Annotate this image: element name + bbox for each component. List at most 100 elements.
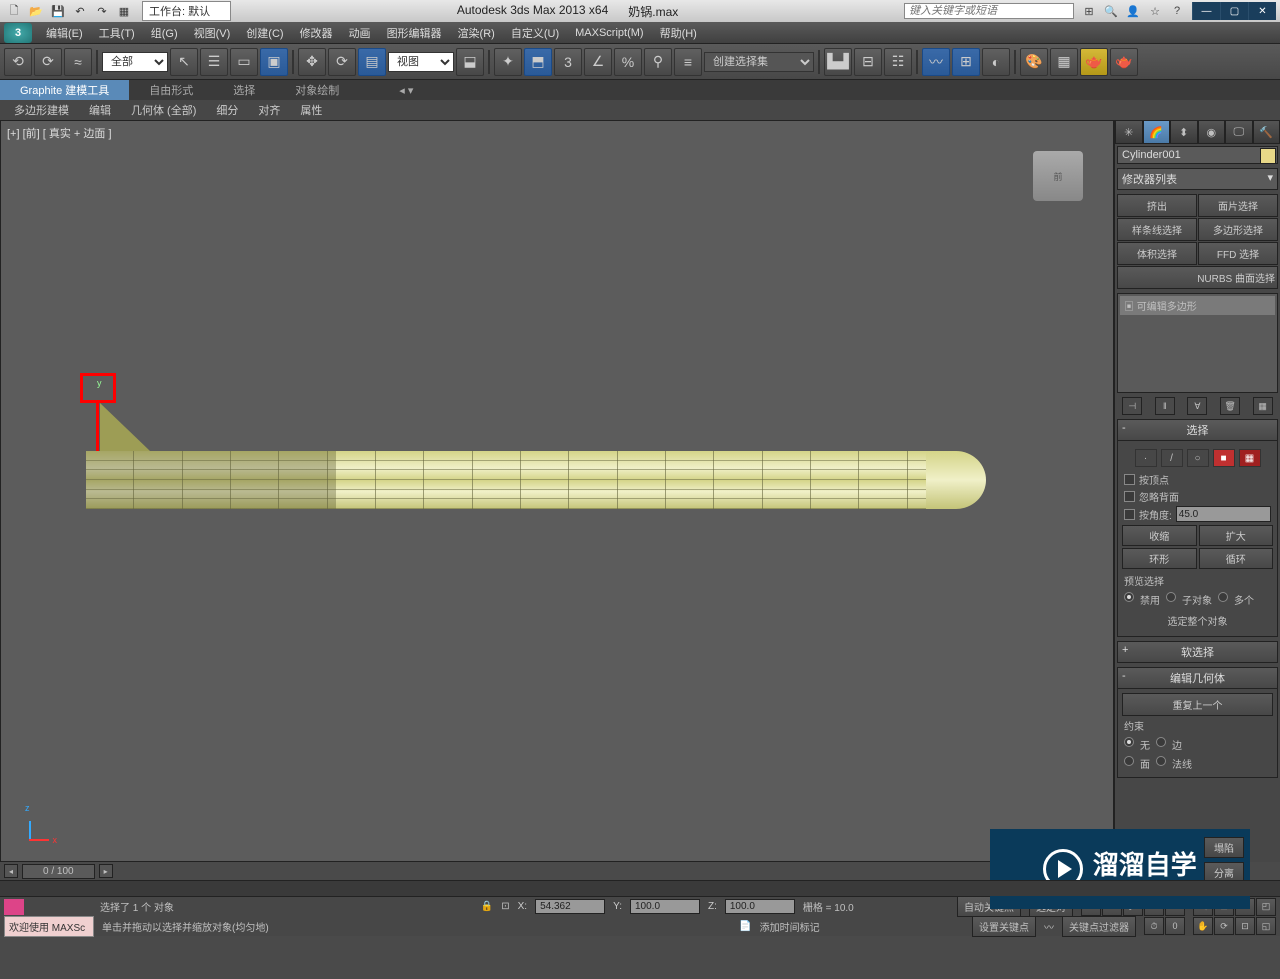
mod-volsel[interactable]: 体积选择 [1117,242,1197,265]
hierarchy-tab-icon[interactable]: ⬍ [1170,120,1198,144]
workspace-dropdown[interactable]: 工作台: 默认 [142,1,231,21]
by-angle-checkbox[interactable] [1124,509,1135,520]
min-toggle-icon[interactable]: ◱ [1256,917,1276,935]
slider-prev[interactable]: ◂ [4,864,18,878]
save-icon[interactable]: 💾 [48,2,68,20]
mod-splinesel[interactable]: 样条线选择 [1117,218,1197,241]
slider-next[interactable]: ▸ [99,864,113,878]
zoom-region-icon[interactable]: ◰ [1256,898,1276,916]
unlink-icon[interactable]: ≈ [64,48,92,76]
window-crossing-icon[interactable]: ▣ [260,48,288,76]
constraint-face-radio[interactable] [1124,756,1134,766]
search-icon[interactable]: ⊞ [1080,2,1098,20]
keyboard-shortcut-icon[interactable]: ⬒ [524,48,552,76]
rollout-editgeo-header[interactable]: 编辑几何体 [1117,667,1278,689]
rendered-frame-icon[interactable]: ▦ [1050,48,1078,76]
help-icon[interactable]: ? [1168,2,1186,20]
layers-icon[interactable]: ☷ [884,48,912,76]
menu-create[interactable]: 创建(C) [238,23,291,43]
rotate-icon[interactable]: ⟳ [328,48,356,76]
material-editor-icon[interactable]: ◐ [982,48,1010,76]
render-prod-icon[interactable]: 🫖 [1110,48,1138,76]
menu-views[interactable]: 视图(V) [186,23,239,43]
menu-edit[interactable]: 编辑(E) [38,23,91,43]
render-setup-icon[interactable]: 🎨 [1020,48,1048,76]
ref-coord-dropdown[interactable]: 视图 [388,52,454,72]
object-color[interactable] [1260,148,1276,164]
sub-edit[interactable]: 编辑 [79,100,121,120]
time-config-icon[interactable]: ⏱ [1144,917,1164,935]
loop-button[interactable]: 循环 [1199,548,1274,569]
sub-geometry[interactable]: 几何体 (全部) [121,100,206,120]
mod-extrude[interactable]: 挤出 [1117,194,1197,217]
modifier-stack[interactable]: 可编辑多边形 [1117,293,1278,393]
constraint-normal-radio[interactable] [1156,756,1166,766]
menu-group[interactable]: 组(G) [143,23,186,43]
maxscript-prompt[interactable]: 欢迎使用 MAXSc [4,916,94,937]
ring-button[interactable]: 环形 [1122,548,1197,569]
edge-subobj-icon[interactable]: / [1161,449,1183,467]
undo-link-icon[interactable]: ⟲ [4,48,32,76]
magnify-icon[interactable]: 🔍 [1102,2,1120,20]
mod-ffdsel[interactable]: FFD 选择 [1198,242,1278,265]
z-coord[interactable]: 100.0 [725,899,795,914]
keyfilters-button[interactable]: 关键点过滤器 [1062,916,1136,937]
unique-icon[interactable]: ∀ [1187,397,1207,415]
viewcube[interactable]: 前 [1033,151,1083,201]
frame-input[interactable]: 0 [1165,917,1185,935]
modify-tab-icon[interactable]: 🌈 [1143,120,1171,144]
rollout-soft-header[interactable]: 软选择 [1117,641,1278,663]
addtag-label[interactable]: 添加时间标记 [760,919,820,934]
object-name-field[interactable]: Cylinder001 [1117,146,1278,164]
select-icon[interactable]: ↖ [170,48,198,76]
track-toggle[interactable] [4,899,24,915]
curve-editor-icon[interactable]: 〰 [922,48,950,76]
undo-icon[interactable]: ↶ [70,2,90,20]
pin-stack-icon[interactable]: ⊣ [1122,397,1142,415]
move-icon[interactable]: ✥ [298,48,326,76]
menu-maxscript[interactable]: MAXScript(M) [567,25,651,41]
constraint-none-radio[interactable] [1124,737,1134,747]
utilities-tab-icon[interactable]: 🔨 [1253,120,1280,144]
remove-mod-icon[interactable]: 🗑 [1220,397,1240,415]
app-menu-button[interactable]: 3 [4,23,32,43]
stack-editable-poly[interactable]: 可编辑多边形 [1120,296,1275,315]
close-button[interactable]: ✕ [1248,2,1276,20]
sub-align[interactable]: 对齐 [248,100,290,120]
menu-tools[interactable]: 工具(T) [91,23,143,43]
tab-freeform[interactable]: 自由形式 [129,80,213,100]
isolate-icon[interactable]: ⊡ [501,901,509,912]
open-icon[interactable]: 📂 [26,2,46,20]
sub-props[interactable]: 属性 [290,100,332,120]
menu-grapheditors[interactable]: 图形编辑器 [379,23,450,43]
angle-snap-icon[interactable]: ∠ [584,48,612,76]
max-toggle-icon[interactable]: ⊡ [1235,917,1255,935]
rollout-selection-header[interactable]: 选择 [1117,419,1278,441]
track-bar[interactable] [0,880,1280,896]
orbit-icon[interactable]: ⟳ [1214,917,1234,935]
maximize-button[interactable]: ▢ [1220,2,1248,20]
spinner-snap-icon[interactable]: ⚲ [644,48,672,76]
tab-paint[interactable]: 对象绘制 [275,80,359,100]
snap-icon[interactable]: 3 [554,48,582,76]
display-tab-icon[interactable]: 🖵 [1225,120,1253,144]
key-mode-icon[interactable]: 〰 [1044,919,1054,934]
schematic-icon[interactable]: ⊞ [952,48,980,76]
lock-icon[interactable]: 🔒 [481,901,493,912]
repeat-last-button[interactable]: 重复上一个 [1122,693,1273,716]
script-icon[interactable]: 📄 [739,921,751,932]
angle-spinner[interactable]: 45.0 [1176,506,1271,522]
favorite-icon[interactable]: ☆ [1146,2,1164,20]
new-icon[interactable]: 🗋 [4,2,24,20]
preview-subobj-radio[interactable] [1166,592,1176,602]
element-subobj-icon[interactable]: ▦ [1239,449,1261,467]
selection-filter[interactable]: 全部 [102,52,168,72]
configure-icon[interactable]: ▦ [1253,397,1273,415]
manipulate-icon[interactable]: ✦ [494,48,522,76]
pivot-icon[interactable]: ⬓ [456,48,484,76]
link-icon[interactable]: ⟳ [34,48,62,76]
render-icon[interactable]: 🫖 [1080,48,1108,76]
polygon-subobj-icon[interactable]: ■ [1213,449,1235,467]
setkey-button[interactable]: 设置关键点 [972,916,1036,937]
select-name-icon[interactable]: ☰ [200,48,228,76]
